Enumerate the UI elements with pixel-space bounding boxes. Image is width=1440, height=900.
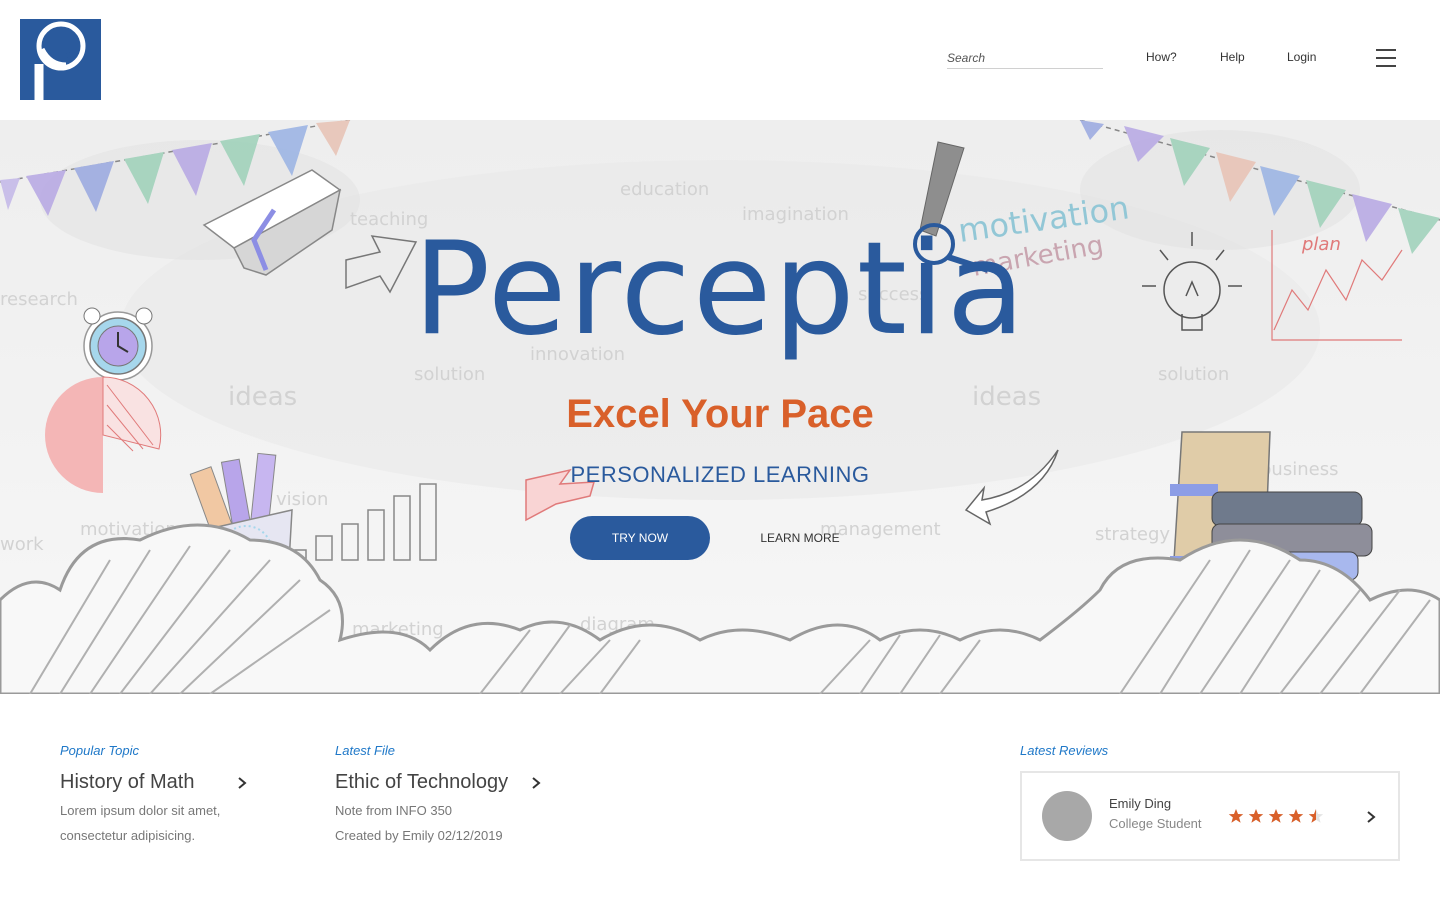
star-icon: [1268, 809, 1284, 823]
star-icon: [1228, 809, 1244, 823]
magnifier-p-logo-icon: [34, 21, 86, 100]
review-card[interactable]: Emily Ding College Student: [1020, 771, 1400, 861]
doodle-work: work: [0, 534, 44, 555]
star-icon: [1308, 809, 1324, 823]
avatar: [1042, 791, 1092, 841]
popular-topic-label: Popular Topic: [60, 743, 140, 758]
latest-reviews-label: Latest Reviews: [1020, 743, 1109, 758]
doodle-education: education: [620, 179, 709, 200]
hamburger-menu-icon[interactable]: [1376, 49, 1396, 67]
chevron-right-icon[interactable]: [236, 776, 248, 790]
popular-topic-title[interactable]: History of Math: [60, 771, 194, 794]
site-header: How? Help Login: [0, 0, 1440, 120]
hero-tagline: Excel Your Pace: [566, 392, 874, 436]
latest-file-label: Latest File: [335, 743, 395, 758]
latest-file-desc-line2: Created by Emily 02/12/2019: [335, 828, 503, 843]
latest-file-title[interactable]: Ethic of Technology: [335, 771, 508, 794]
latest-file-desc-line1: Note from INFO 350: [335, 803, 453, 818]
star-icon: [1248, 809, 1264, 823]
chevron-right-icon[interactable]: [1366, 810, 1376, 824]
chevron-right-icon[interactable]: [530, 776, 542, 790]
brand-title: Perceptia: [413, 215, 1027, 364]
sketch-clouds: [0, 523, 1440, 694]
doodle-solution: solution: [414, 364, 485, 385]
reviewer-name: Emily Ding: [1109, 796, 1172, 811]
reviewer-role: College Student: [1109, 816, 1202, 831]
star-icon: [1288, 809, 1304, 823]
doodle-solution-2: solution: [1158, 364, 1229, 385]
nav-how-link[interactable]: How?: [1146, 50, 1177, 64]
hero-subtagline: PERSONALIZED LEARNING: [570, 462, 870, 487]
learn-more-button[interactable]: LEARN MORE: [730, 516, 870, 560]
try-now-button[interactable]: TRY NOW: [570, 516, 710, 560]
search-input[interactable]: [947, 48, 1103, 68]
nav-login-link[interactable]: Login: [1287, 50, 1316, 64]
hero-banner: education teaching imagination research …: [0, 120, 1440, 694]
perceptia-logo[interactable]: [20, 19, 101, 100]
doodle-vision: vision: [276, 489, 328, 510]
nav-help-link[interactable]: Help: [1220, 50, 1245, 64]
search-box: [947, 48, 1103, 69]
popular-topic-desc-line1: Lorem ipsum dolor sit amet,: [60, 803, 221, 818]
popular-topic-desc-line2: consectetur adipisicing.: [60, 828, 196, 843]
doodle-strategy: strategy: [1095, 524, 1170, 545]
